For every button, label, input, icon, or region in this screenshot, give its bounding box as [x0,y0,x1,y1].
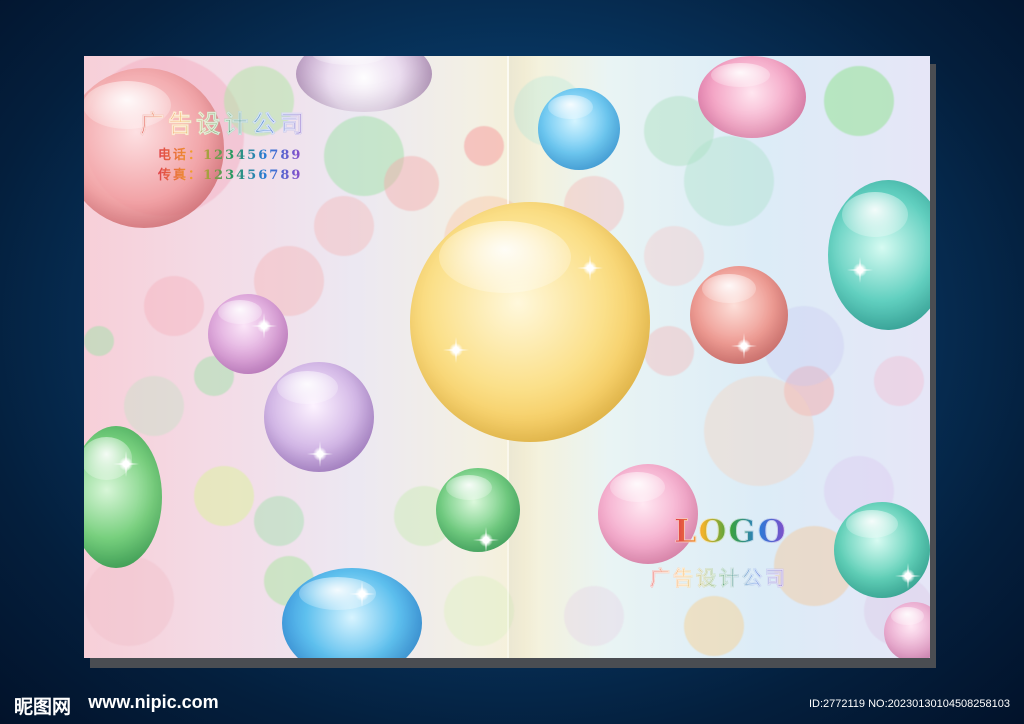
sparkle [895,563,921,589]
bokeh-circle [704,376,814,486]
sparkle [847,257,873,283]
bokeh-circle [384,156,439,211]
bokeh-circle [84,556,174,646]
bokeh-circle [464,126,504,166]
phone-number: 电话：123456789 [158,144,302,163]
bokeh-circle [644,326,694,376]
sparkle [473,527,499,553]
bubble-lilac [296,56,432,112]
bokeh-circle [84,326,114,356]
sparkle [113,451,139,477]
nipic-watermark: 昵图网 www.nipic.com [14,692,219,719]
fax-number: 传真：123456789 [158,164,302,183]
company-name-bottom: 广告设计公司 [650,562,788,591]
sparkle [307,441,333,467]
sparkle [349,581,375,607]
bubble-teal-right [828,180,930,330]
sparkle [731,333,757,359]
bubble-pink-top [698,56,806,138]
bubble-yellow-large [410,202,650,442]
bokeh-circle [144,276,204,336]
sparkle [251,313,277,339]
brochure-cover: 广告设计公司 电话：123456789 传真：123456789 LOGO 广告… [84,56,930,658]
bokeh-circle [444,576,514,646]
sparkle [443,337,469,363]
bokeh-circle [254,496,304,546]
image-id-label: ID:2772119 NO:20230130104508258103 [808,698,1010,710]
bokeh-circle [194,466,254,526]
bokeh-circle [684,596,744,656]
sparkle [577,255,603,281]
bubble-blue-small [538,88,620,170]
bokeh-circle [124,376,184,436]
bokeh-circle [684,136,774,226]
nipic-url: www.nipic.com [88,692,219,712]
company-name: 广告设计公司 [140,104,308,139]
bokeh-circle [824,66,894,136]
bokeh-circle [314,196,374,256]
logo-text: LOGO [674,512,788,551]
bokeh-circle [564,586,624,646]
bokeh-circle [874,356,924,406]
nipic-logo: 昵图网 [14,697,72,718]
bokeh-circle [644,226,704,286]
bubble-green-left [84,426,162,568]
